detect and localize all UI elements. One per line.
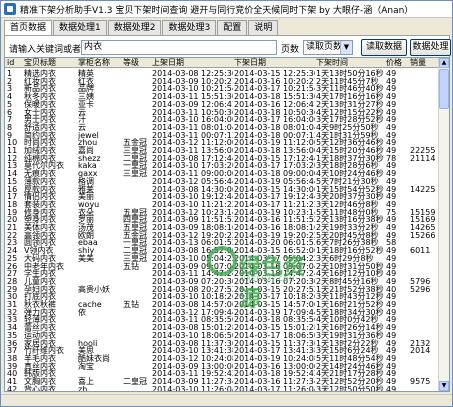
header-delist-time[interactable]: 下架时间 <box>316 58 385 67</box>
status-bar <box>1 394 452 406</box>
app-icon <box>4 3 16 15</box>
header-list-date[interactable]: 上架日期 <box>152 58 233 67</box>
scroll-up-icon[interactable]: ▲ <box>439 58 449 68</box>
process-data-button[interactable]: 数据处理 <box>410 39 451 56</box>
header-seller[interactable]: 掌柜名称 <box>78 58 122 67</box>
watermark-logo: 绿色资源 GREENXF.COM <box>207 246 315 312</box>
table-cell <box>410 385 438 391</box>
header-title[interactable]: 宝贝标题 <box>24 58 77 67</box>
tab-strip: 首页数据 数据处理1 数据处理2 数据处理3 配置 说明 <box>4 20 279 36</box>
page-count-select[interactable]: 读取页数 ▼ <box>303 40 353 55</box>
vertical-scrollbar[interactable]: ▲ ▼ <box>438 58 449 391</box>
tab-process-1[interactable]: 数据处理1 <box>53 20 107 35</box>
table-cell: 背心内衣 <box>24 384 56 391</box>
header-id[interactable]: id <box>7 58 23 67</box>
header-sales[interactable]: 销量 <box>410 58 438 67</box>
data-grid-body: id 宝贝标题 掌柜名称 等级 上架日期 下架日期 下架时间 价格 销量 1 精选… <box>5 58 439 391</box>
tab-process-2[interactable]: 数据处理2 <box>107 20 162 35</box>
table-cell: 49 <box>386 384 397 391</box>
data-grid[interactable]: id 宝贝标题 掌柜名称 等级 上架日期 下架日期 下架时间 价格 销量 1 精选… <box>4 57 450 392</box>
chevron-down-icon[interactable]: ▼ <box>340 41 352 54</box>
scroll-thumb[interactable] <box>439 69 449 109</box>
table-cell: 3天12时50分50秒 <box>316 384 384 391</box>
table-cell: zh <box>78 384 88 391</box>
table-header: id 宝贝标题 掌柜名称 等级 上架日期 下架日期 下架时间 价格 销量 <box>5 58 439 68</box>
title-bar: 精准下架分析助手V1.3 宝贝下架时间查询 避开与同行竞价全天候同时下架 by … <box>1 1 452 18</box>
header-price[interactable]: 价格 <box>386 58 409 67</box>
tab-config[interactable]: 配置 <box>217 20 248 35</box>
tab-process-3[interactable]: 数据处理3 <box>162 20 217 35</box>
page-count-value: 读取页数 <box>306 42 343 52</box>
window-title: 精准下架分析助手V1.3 宝贝下架时间查询 避开与同行竞价全天候同时下架 by … <box>20 5 414 16</box>
read-data-button[interactable]: 读取数据 <box>361 39 407 56</box>
table-cell: 42 <box>7 384 18 391</box>
header-delist-date[interactable]: 下架日期 <box>234 58 315 67</box>
search-toolbar: 请输入关键词或者搜索链接 内衣 页数 读取页数 ▼ 读取数据 数据处理 <box>4 35 451 57</box>
watermark-subtext: GREENXF.COM <box>241 276 296 283</box>
scroll-down-icon[interactable]: ▼ <box>439 381 449 391</box>
tab-home-data[interactable]: 首页数据 <box>4 20 53 36</box>
table-cell <box>123 385 151 391</box>
page-count-label: 页数 <box>281 45 300 55</box>
header-level[interactable]: 等级 <box>123 58 151 67</box>
table-cell: 2014-03-10 11:26:04 <box>152 384 233 391</box>
tab-help[interactable]: 说明 <box>248 20 279 35</box>
table-row[interactable]: 42 背心内衣 zh 2014-03-10 11:26:04 2014-03-17 11… <box>5 385 439 391</box>
app-window: 精准下架分析助手V1.3 宝贝下架时间查询 避开与同行竞价全天候同时下架 by … <box>0 0 453 407</box>
search-input[interactable]: 内衣 <box>81 40 277 55</box>
watermark-icon <box>207 246 237 276</box>
table-cell: 2014-03-17 11:26:04 <box>234 384 315 391</box>
